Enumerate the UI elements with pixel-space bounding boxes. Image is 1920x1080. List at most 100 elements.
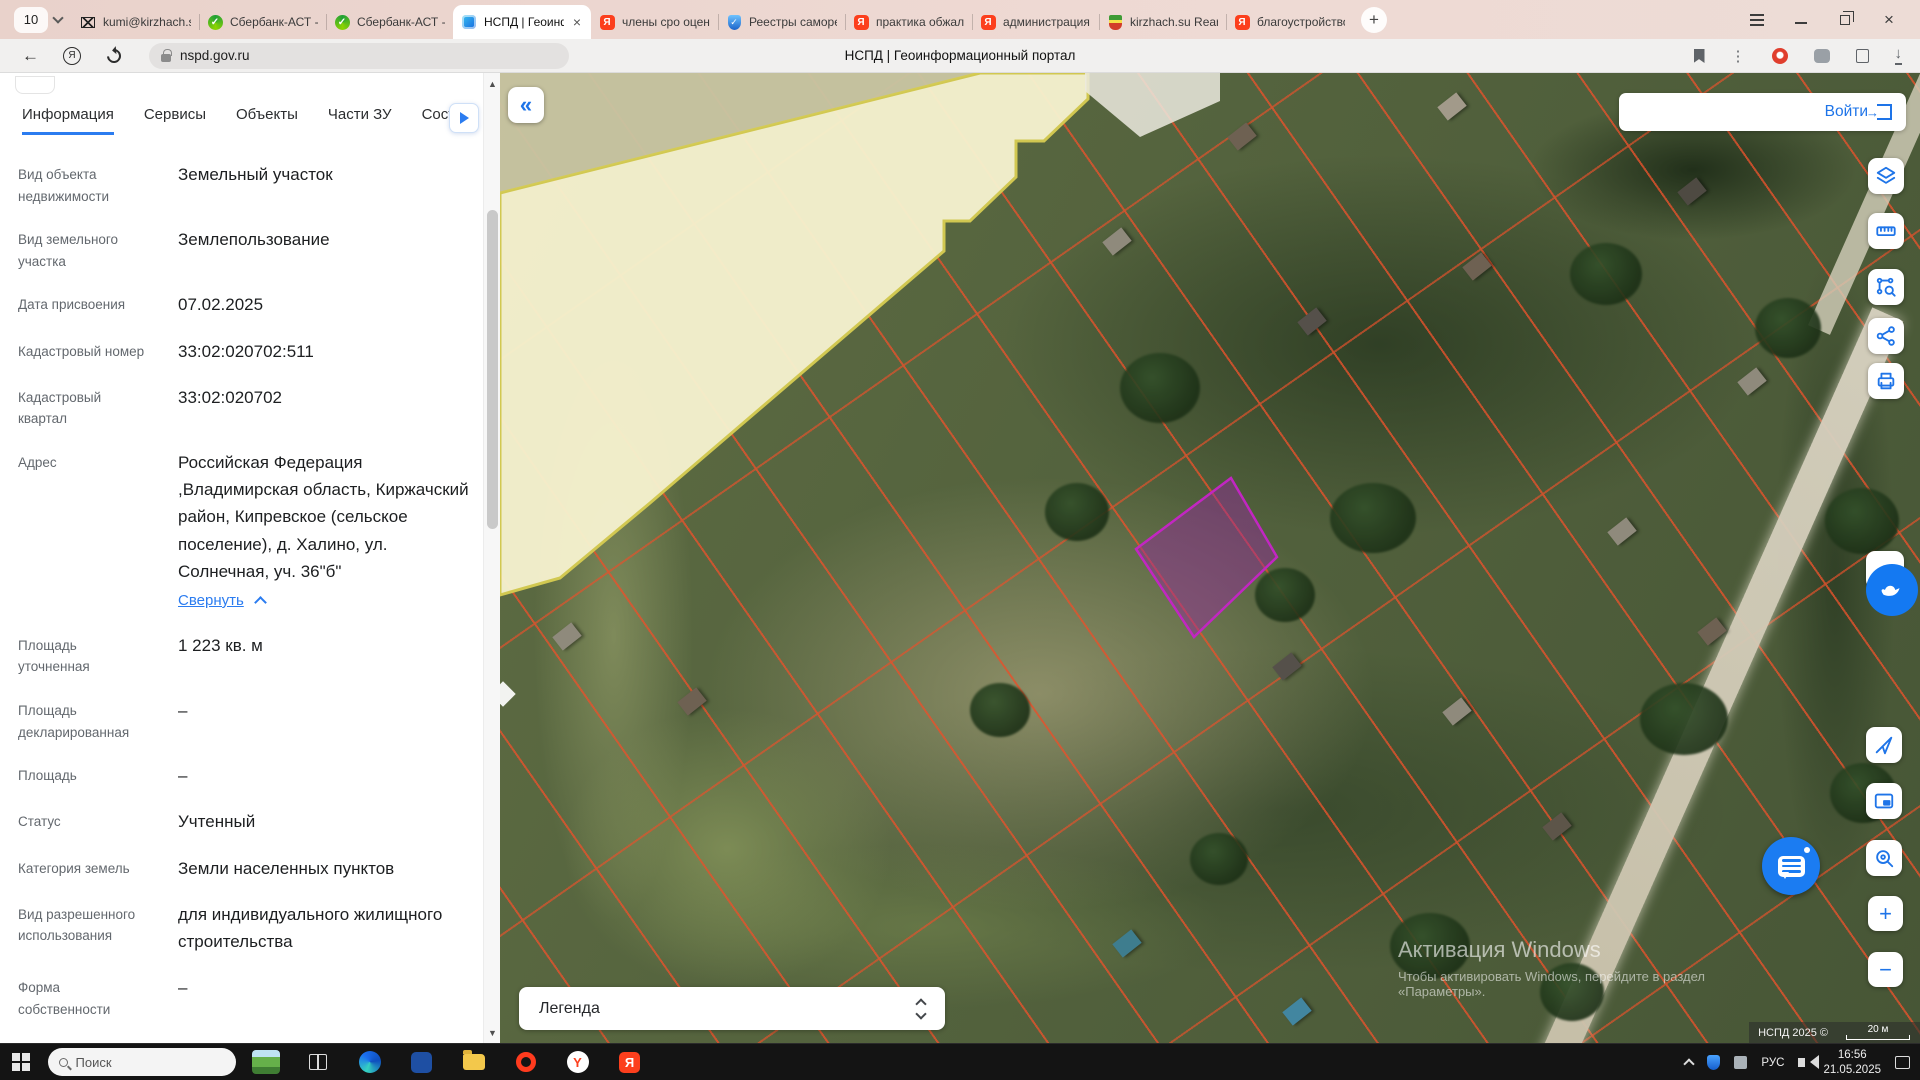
measure-button[interactable] bbox=[1868, 213, 1904, 249]
restore-button[interactable] bbox=[1836, 11, 1854, 29]
tab-count[interactable]: 10 bbox=[14, 7, 48, 33]
volume-icon[interactable] bbox=[1798, 1058, 1805, 1067]
login-bar[interactable]: Войти bbox=[1619, 93, 1906, 131]
notification-center-icon[interactable] bbox=[1895, 1056, 1910, 1069]
back-button[interactable]: ← bbox=[22, 46, 39, 66]
mail-icon bbox=[80, 14, 96, 30]
yandex-icon: Я bbox=[853, 14, 869, 30]
tab-group-counter[interactable]: 10 bbox=[14, 7, 62, 33]
yandex-icon: Я bbox=[980, 14, 996, 30]
search-extent-icon bbox=[1873, 847, 1895, 869]
start-button[interactable] bbox=[12, 1053, 30, 1071]
area-search-button[interactable] bbox=[1868, 269, 1904, 305]
tab-sberbank-ast-2[interactable]: ✓ Сбербанк-АСТ - Эл bbox=[326, 5, 453, 39]
bookmark-icon[interactable] bbox=[1694, 49, 1705, 63]
scroll-down-icon[interactable]: ▼ bbox=[484, 1024, 501, 1041]
map-viewport[interactable]: « Войти bbox=[500, 73, 1920, 1043]
zoom-in-button[interactable]: + bbox=[1868, 896, 1903, 931]
nspd-assistant-button[interactable] bbox=[1866, 551, 1904, 589]
lock-icon bbox=[161, 54, 171, 62]
tray-expand-icon[interactable] bbox=[1684, 1058, 1695, 1069]
yandex-browser-icon[interactable]: Y bbox=[566, 1050, 590, 1074]
panel-scrollbar[interactable]: ▲ ▼ bbox=[483, 73, 500, 1043]
scroll-up-icon[interactable]: ▲ bbox=[484, 75, 501, 92]
layers-button[interactable] bbox=[1868, 158, 1904, 194]
triangle-right-icon bbox=[460, 112, 475, 124]
object-info-panel: Информация Сервисы Объекты Части ЗУ Сост… bbox=[0, 73, 483, 1043]
field-row: Кадастровый номер 33:02:020702:511 bbox=[18, 338, 469, 365]
task-view-button[interactable] bbox=[306, 1050, 330, 1074]
login-icon bbox=[1877, 104, 1892, 120]
yandex-home-icon[interactable]: Я bbox=[63, 47, 81, 65]
tab-parcel-parts[interactable]: Части ЗУ bbox=[328, 106, 392, 135]
tab-information[interactable]: Информация bbox=[22, 106, 114, 135]
tab-kirzhach[interactable]: kirzhach.su Reart - bbox=[1099, 5, 1226, 39]
tab-landscaping[interactable]: Я благоустройство т bbox=[1226, 5, 1353, 39]
field-row: Площадь – bbox=[18, 762, 469, 789]
scale-label: 20 м bbox=[1868, 1025, 1889, 1035]
browser-tab-bar: 10 kumi@kirzhach.su ✓ Сбербанк-АСТ - Эл … bbox=[0, 0, 1920, 39]
legend-bar[interactable]: Легенда bbox=[519, 987, 945, 1030]
tab-sro-members[interactable]: Я члены сро оценщи bbox=[591, 5, 718, 39]
field-row: Вид разрешенного использования для индив… bbox=[18, 901, 469, 955]
edge-browser-icon[interactable] bbox=[358, 1050, 382, 1074]
opera-browser-icon[interactable] bbox=[514, 1050, 538, 1074]
print-button[interactable] bbox=[1868, 363, 1904, 399]
nspd-bird-icon bbox=[1866, 564, 1918, 616]
extension-gray-icon[interactable] bbox=[1814, 49, 1830, 63]
downloads-icon[interactable]: ↓ bbox=[1895, 47, 1903, 65]
field-row: Вид земельного участка Землепользование bbox=[18, 226, 469, 272]
collapse-address-link[interactable]: Свернуть bbox=[178, 589, 469, 613]
selected-parcel-polygon[interactable] bbox=[1136, 478, 1277, 637]
field-row-address: Адрес Российская Федерация ,Владимирская… bbox=[18, 449, 469, 613]
file-explorer-icon[interactable] bbox=[462, 1050, 486, 1074]
chat-button[interactable] bbox=[1762, 837, 1820, 895]
widgets-weather-icon[interactable] bbox=[252, 1050, 280, 1074]
locate-button[interactable] bbox=[1866, 727, 1902, 763]
url-text[interactable]: nspd.gov.ru bbox=[180, 48, 250, 63]
browser-menu-button[interactable] bbox=[1748, 11, 1766, 29]
close-window-button[interactable]: × bbox=[1880, 11, 1898, 29]
tab-practice[interactable]: Я практика обжалов bbox=[845, 5, 972, 39]
expand-collapse-icon[interactable] bbox=[917, 1000, 925, 1018]
kebab-menu-icon[interactable]: ⋮ bbox=[1731, 47, 1746, 65]
address-box[interactable]: nspd.gov.ru bbox=[149, 43, 569, 69]
zoom-out-button[interactable]: − bbox=[1868, 952, 1903, 987]
share-button[interactable] bbox=[1868, 318, 1904, 354]
area-search-icon bbox=[1875, 276, 1897, 298]
new-tab-button[interactable]: + bbox=[1361, 7, 1387, 33]
refresh-button[interactable] bbox=[104, 46, 124, 66]
tab-mail[interactable]: kumi@kirzhach.su bbox=[72, 5, 199, 39]
search-extent-button[interactable] bbox=[1866, 840, 1902, 876]
field-row: Площадь уточненная 1 223 кв. м bbox=[18, 632, 469, 678]
collapse-panel-button[interactable]: « bbox=[508, 87, 544, 123]
yandex-icon: Я bbox=[1234, 14, 1250, 30]
tab-registries[interactable]: ✓ Реестры саморегу bbox=[718, 5, 845, 39]
yandex-app-icon[interactable]: Я bbox=[618, 1050, 642, 1074]
close-tab-icon[interactable]: × bbox=[571, 14, 583, 30]
taskbar-search[interactable]: Поиск bbox=[48, 1048, 236, 1076]
registry-shield-icon: ✓ bbox=[726, 14, 742, 30]
tabs-scroll-right-button[interactable] bbox=[449, 103, 479, 133]
scrollbar-thumb[interactable] bbox=[487, 210, 498, 529]
defender-shield-icon[interactable] bbox=[1707, 1055, 1720, 1070]
minimize-button[interactable] bbox=[1792, 11, 1810, 29]
chevron-down-icon bbox=[52, 12, 63, 23]
clock[interactable]: 16:56 21.05.2025 bbox=[1823, 1048, 1881, 1078]
tab-nspd-active[interactable]: НСПД | Геоинфо × bbox=[453, 5, 591, 39]
field-row: Площадь декларированная – bbox=[18, 697, 469, 743]
minimap-button[interactable] bbox=[1866, 783, 1902, 819]
tabs-sync-icon[interactable] bbox=[1856, 49, 1869, 63]
address-value: Российская Федерация ,Владимирская облас… bbox=[178, 449, 469, 585]
tab-services[interactable]: Сервисы bbox=[144, 106, 206, 135]
selected-parcel-overlay[interactable] bbox=[500, 73, 1920, 1043]
tab-sberbank-ast-1[interactable]: ✓ Сбербанк-АСТ - Эл bbox=[199, 5, 326, 39]
field-row: Кадастровый квартал 33:02:020702 bbox=[18, 384, 469, 430]
tab-objects[interactable]: Объекты bbox=[236, 106, 298, 135]
blue-app-icon[interactable] bbox=[410, 1050, 434, 1074]
extension-red-icon[interactable] bbox=[1772, 48, 1788, 64]
tab-administration[interactable]: Я администрация ки bbox=[972, 5, 1099, 39]
login-label[interactable]: Войти bbox=[1825, 103, 1868, 121]
tray-app-icon[interactable] bbox=[1734, 1056, 1747, 1069]
language-indicator[interactable]: РУС bbox=[1761, 1057, 1784, 1069]
